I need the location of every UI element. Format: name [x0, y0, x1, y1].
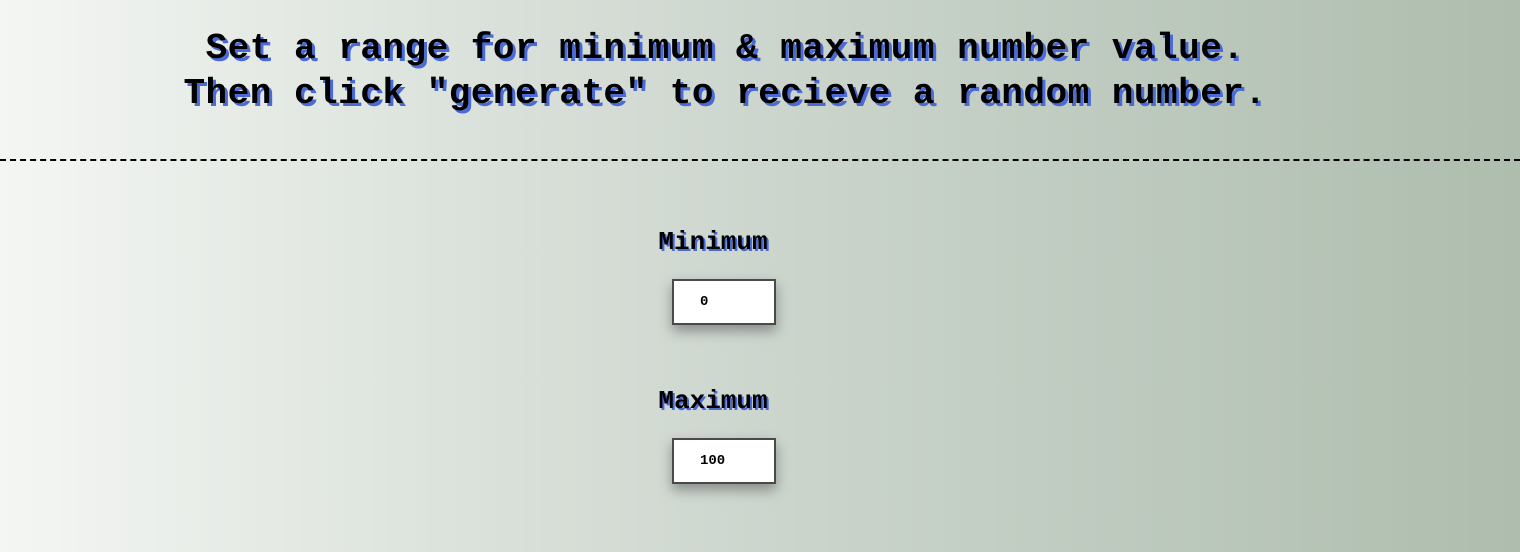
minimum-label: Minimum [658, 227, 768, 257]
maximum-input[interactable] [672, 438, 776, 484]
minimum-input[interactable] [672, 279, 776, 325]
maximum-field-group: Maximum [640, 385, 790, 484]
instructions-line-2: Then click "generate" to recieve a rando… [183, 73, 1267, 114]
dashed-divider [0, 159, 1520, 161]
instructions-line-1: Set a range for minimum & maximum number… [205, 28, 1245, 69]
maximum-label: Maximum [658, 386, 768, 416]
instructions-heading: Set a range for minimum & maximum number… [0, 26, 1450, 116]
minimum-field-group: Minimum [640, 226, 790, 325]
